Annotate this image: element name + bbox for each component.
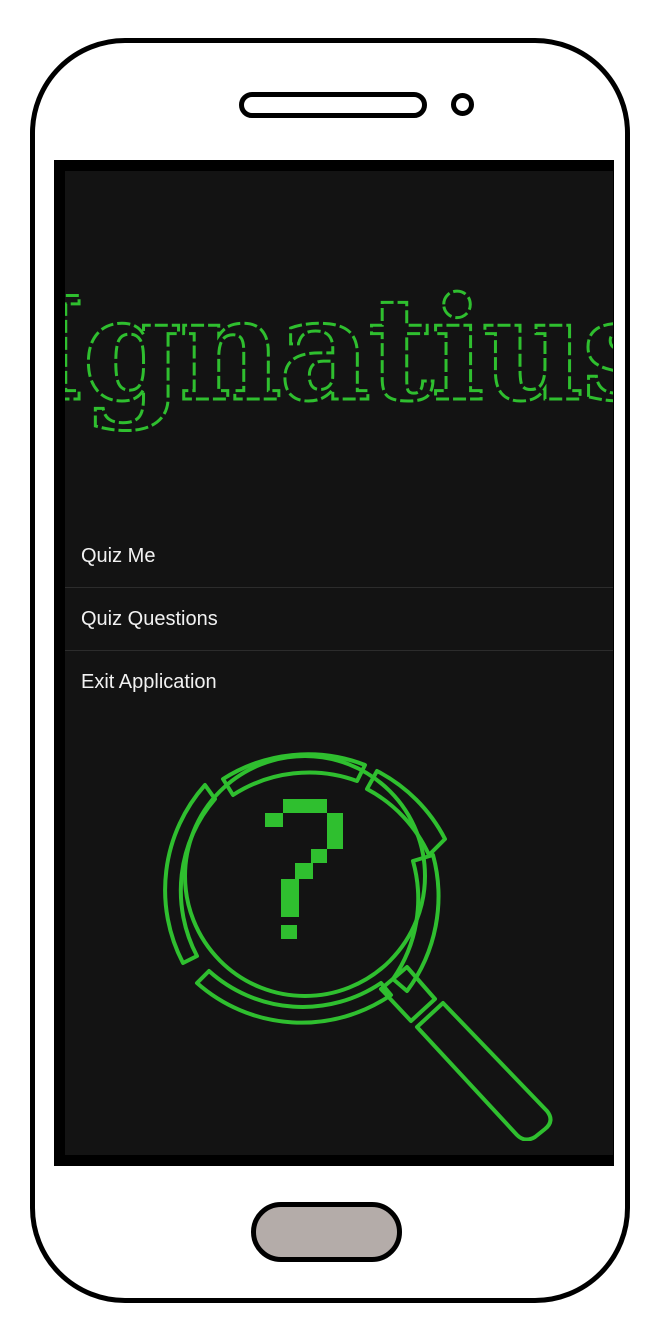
menu-item-quiz-questions[interactable]: Quiz Questions [65,588,613,651]
speaker-slot [239,92,427,118]
page: Ignatius Quiz Me Quiz Questions Exit App… [0,0,670,1330]
menu-item-exit-application[interactable]: Exit Application [65,651,613,714]
magnifying-glass-question-icon [163,752,553,1141]
lens-ring-left [163,783,217,965]
home-button[interactable] [251,1202,402,1262]
logo-title: Ignatius [65,267,613,433]
menu-item-quiz-me[interactable]: Quiz Me [65,525,613,588]
handle-grip [415,1001,553,1141]
phone-screen: Ignatius Quiz Me Quiz Questions Exit App… [54,160,614,1166]
ignatius-ascii-logo: Ignatius [65,266,613,435]
front-camera [451,93,474,116]
main-menu: Quiz Me Quiz Questions Exit Application [65,525,613,714]
question-mark [265,799,343,939]
app-screen: Ignatius Quiz Me Quiz Questions Exit App… [65,171,613,1155]
